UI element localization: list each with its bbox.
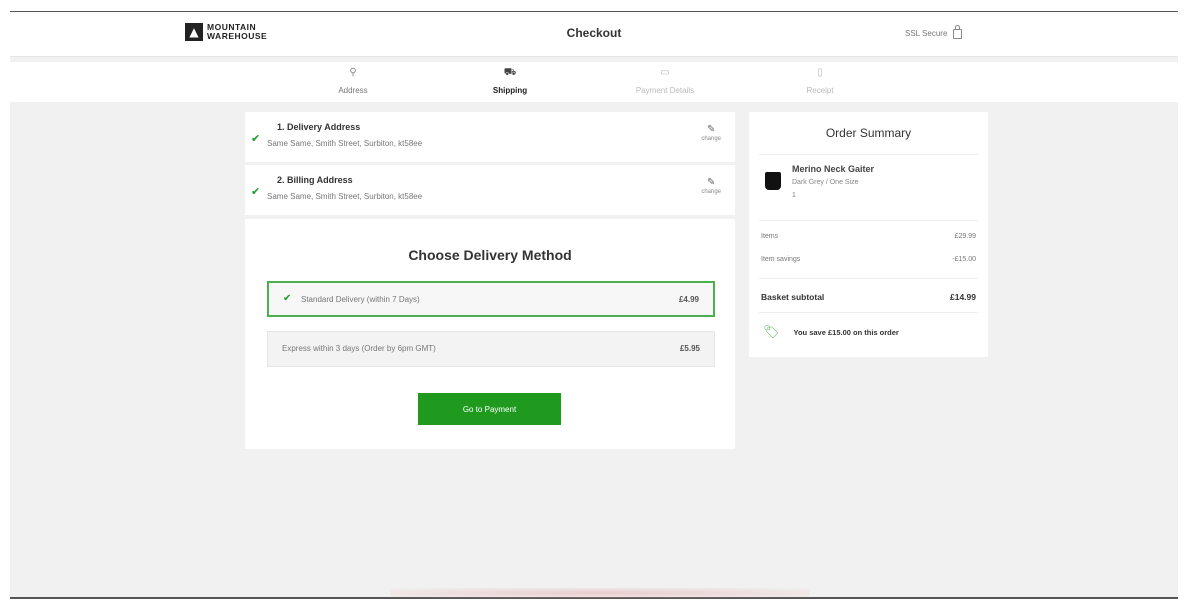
check-icon: ✔ bbox=[251, 133, 261, 145]
change-billing-address-button[interactable]: ✎ change bbox=[701, 177, 721, 195]
items-value: £29.99 bbox=[954, 233, 976, 240]
step-address[interactable]: ⚲ Address bbox=[293, 66, 413, 95]
product-thumbnail bbox=[765, 172, 781, 190]
subtotal-label: Basket subtotal bbox=[761, 292, 825, 302]
option-label: Express within 3 days (Order by 6pm GMT) bbox=[282, 344, 436, 353]
savings-row: Item savings -£15.00 bbox=[761, 256, 976, 263]
bottom-shadow bbox=[390, 588, 810, 598]
receipt-icon: ▯ bbox=[817, 67, 823, 78]
secure-indicator: SSL Secure bbox=[905, 25, 963, 39]
items-label: Items bbox=[761, 233, 779, 240]
go-to-payment-button[interactable]: Go to Payment bbox=[418, 393, 561, 425]
delivery-method-card: Choose Delivery Method ✔ Standard Delive… bbox=[245, 219, 735, 449]
step-label: Payment Details bbox=[635, 86, 695, 95]
divider bbox=[759, 312, 978, 313]
billing-address-title: 2. Billing Address bbox=[277, 175, 353, 185]
browser-viewport: ▲ MOUNTAIN WAREHOUSE Checkout SSL Secure… bbox=[10, 11, 1178, 599]
pencil-icon: ✎ bbox=[706, 177, 716, 188]
checkout-main: ✔ 1. Delivery Address Same Same, Smith S… bbox=[245, 112, 735, 449]
change-delivery-address-button[interactable]: ✎ change bbox=[701, 124, 721, 142]
divider bbox=[759, 220, 978, 221]
product-quantity: 1 bbox=[792, 192, 796, 199]
step-label: Address bbox=[338, 86, 368, 95]
secure-label: SSL Secure bbox=[905, 28, 948, 38]
step-label: Shipping bbox=[492, 86, 528, 95]
option-price: £5.95 bbox=[679, 344, 700, 353]
step-payment-details: ▭ Payment Details bbox=[605, 66, 725, 95]
option-price: £4.99 bbox=[678, 295, 699, 304]
lock-icon bbox=[953, 25, 963, 39]
product-name: Merino Neck Gaiter bbox=[792, 164, 875, 174]
step-label: Receipt bbox=[806, 86, 834, 95]
option-label: Standard Delivery (within 7 Days) bbox=[301, 295, 420, 304]
billing-address-card: ✔ 2. Billing Address Same Same, Smith St… bbox=[245, 165, 735, 215]
savings-value: -£15.00 bbox=[952, 256, 976, 263]
card-icon: ▭ bbox=[660, 67, 670, 78]
step-receipt: ▯ Receipt bbox=[760, 66, 880, 95]
check-icon: ✔ bbox=[251, 186, 261, 198]
page-title: Checkout bbox=[566, 26, 622, 40]
price-tag-icon: 🏷 bbox=[763, 324, 780, 339]
divider bbox=[759, 154, 978, 155]
items-row: Items £29.99 bbox=[761, 233, 976, 240]
savings-label: Item savings bbox=[761, 256, 801, 263]
express-delivery-option[interactable]: Express within 3 days (Order by 6pm GMT)… bbox=[267, 331, 715, 367]
checkout-header: ▲ MOUNTAIN WAREHOUSE Checkout SSL Secure bbox=[10, 12, 1178, 57]
product-variant: Dark Grey / One Size bbox=[792, 179, 859, 186]
truck-icon: ⛟ bbox=[503, 67, 517, 78]
order-summary: Order Summary Merino Neck Gaiter Dark Gr… bbox=[749, 112, 988, 357]
billing-address-text: Same Same, Smith Street, Surbiton, kt58e… bbox=[267, 192, 423, 201]
delivery-address-card: ✔ 1. Delivery Address Same Same, Smith S… bbox=[245, 112, 735, 162]
divider bbox=[759, 278, 978, 279]
delivery-method-title: Choose Delivery Method bbox=[408, 247, 572, 263]
delivery-address-text: Same Same, Smith Street, Surbiton, kt58e… bbox=[267, 139, 423, 148]
pencil-icon: ✎ bbox=[706, 124, 716, 135]
check-icon: ✔ bbox=[283, 293, 292, 304]
standard-delivery-option[interactable]: ✔ Standard Delivery (within 7 Days) £4.9… bbox=[267, 281, 715, 317]
change-label: change bbox=[701, 189, 721, 195]
order-summary-title: Order Summary bbox=[825, 126, 912, 140]
subtotal-value: £14.99 bbox=[950, 292, 976, 302]
savings-message-text: You save £15.00 on this order bbox=[793, 327, 899, 337]
delivery-address-title: 1. Delivery Address bbox=[277, 122, 361, 132]
step-shipping: ⛟ Shipping bbox=[450, 66, 570, 95]
location-pin-icon: ⚲ bbox=[349, 67, 357, 78]
checkout-progress: ⚲ Address ⛟ Shipping ▭ Payment Details ▯… bbox=[10, 62, 1178, 102]
subtotal-row: Basket subtotal £14.99 bbox=[761, 292, 976, 302]
change-label: change bbox=[701, 136, 721, 142]
savings-message: 🏷 You save £15.00 on this order bbox=[763, 324, 899, 340]
